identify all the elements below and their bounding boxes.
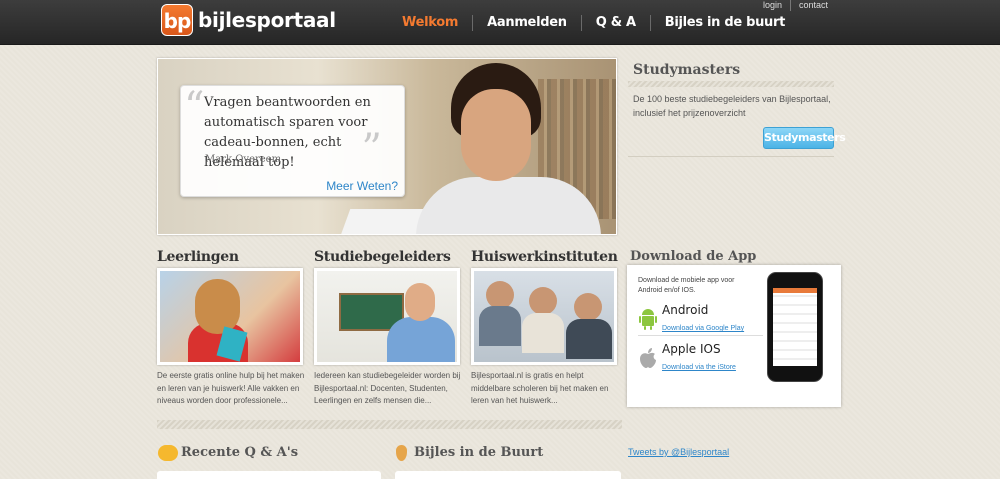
download-app-intro: Download de mobiele app voor Android en/… (638, 277, 735, 294)
contact-link[interactable]: contact (789, 0, 836, 11)
studymasters-button[interactable]: Studymasters (763, 127, 846, 149)
top-navigation-bar: bp bijlesportaal Welkom Aanmelden Q & A … (0, 0, 1000, 45)
android-row: Android Download via Google Play (638, 303, 744, 335)
hero-banner: “ Vragen beantwoorden en automatisch spa… (157, 58, 617, 235)
studymasters-text: De 100 beste studiebegeleiders van Bijle… (633, 94, 831, 118)
recente-qa-title: Recente Q & A's (181, 445, 299, 460)
android-icon (639, 309, 657, 330)
bottom-divider (157, 420, 622, 429)
main-nav: Welkom Aanmelden Q & A Bijles in de buur… (388, 0, 799, 45)
logo-badge: bp (161, 4, 193, 36)
top-links: login contact (755, 0, 836, 11)
phone-screen (773, 288, 817, 366)
nav-welkom[interactable]: Welkom (388, 15, 472, 31)
leerlingen-title[interactable]: Leerlingen (157, 249, 239, 265)
bijles-in-de-buurt-title: Bijles in de Buurt (414, 445, 544, 460)
studiebegeleiders-image[interactable] (314, 268, 460, 365)
leerlingen-text: De eerste gratis online hulp bij het mak… (157, 371, 305, 405)
studymasters-underline (628, 156, 834, 157)
student-body-3 (566, 319, 612, 359)
leerlingen-image[interactable] (157, 268, 303, 365)
istore-link[interactable]: Download via the iStore (662, 364, 736, 371)
nav-aanmelden[interactable]: Aanmelden (472, 14, 581, 31)
studymasters-divider (628, 81, 834, 87)
phone-screen-bar (773, 288, 817, 293)
meer-weten-link[interactable]: Meer Weten? (326, 179, 398, 193)
ios-row: Apple IOS Download via the iStore (638, 342, 736, 374)
teacher-head-shape (405, 283, 435, 321)
login-link[interactable]: login (755, 0, 790, 11)
map-pin-icon (396, 445, 407, 461)
chat-bubble-icon (158, 445, 178, 461)
download-app-title: Download de App (630, 249, 757, 264)
quote-open-icon: “ (184, 84, 205, 130)
download-app-box: Download de mobiele app voor Android en/… (627, 265, 841, 407)
student-head-2 (529, 287, 557, 315)
huiswerkinstituten-text: Bijlesportaal.nl is gratis en helpt midd… (471, 371, 609, 405)
student-head-3 (574, 293, 602, 321)
student-body-1 (479, 306, 521, 346)
testimonial-card: “ Vragen beantwoorden en automatisch spa… (180, 84, 405, 197)
student-body-2 (522, 313, 564, 353)
girl-head-shape (195, 279, 240, 334)
huiswerkinstituten-title[interactable]: Huiswerkinstituten (471, 249, 618, 265)
student-head-1 (486, 281, 514, 309)
google-play-link[interactable]: Download via Google Play (662, 325, 744, 332)
student-photo-body (416, 177, 601, 234)
app-divider (638, 335, 763, 336)
studiebegeleiders-title[interactable]: Studiebegeleiders (314, 249, 451, 265)
studiebegeleiders-text: Iedereen kan studiebegeleider worden bij… (314, 371, 461, 405)
apple-icon (640, 348, 656, 368)
logo[interactable]: bp bijlesportaal (161, 4, 336, 36)
nav-qa[interactable]: Q & A (580, 14, 650, 31)
tweets-link[interactable]: Tweets by @Bijlesportaal (628, 447, 729, 457)
ios-label: Apple IOS (662, 342, 721, 356)
studymasters-title: Studymasters (633, 62, 741, 78)
teacher-body-shape (387, 317, 455, 362)
logo-text: bijlesportaal (198, 8, 336, 32)
android-label: Android (662, 303, 709, 317)
nav-bijles-in-de-buurt[interactable]: Bijles in de buurt (649, 14, 799, 31)
testimonial-author: Mark Overeem (205, 154, 282, 165)
student-photo-face (461, 89, 531, 181)
iphone-image (767, 272, 823, 382)
recente-qa-panel (157, 471, 381, 479)
huiswerkinstituten-image[interactable] (471, 268, 617, 365)
bijles-buurt-panel (395, 471, 621, 479)
quote-close-icon: ” (361, 126, 382, 172)
